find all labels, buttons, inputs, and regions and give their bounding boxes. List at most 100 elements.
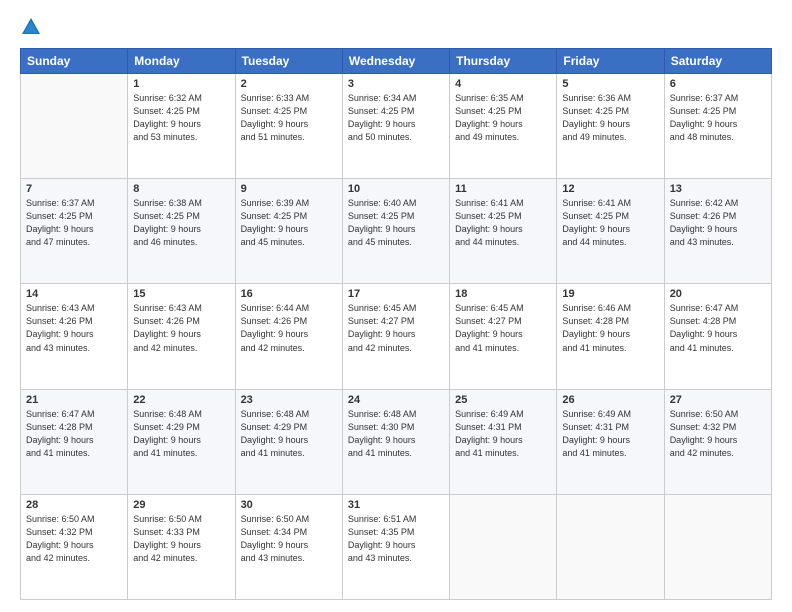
day-info: Sunrise: 6:50 AM Sunset: 4:33 PM Dayligh… — [133, 513, 229, 565]
logo — [20, 16, 46, 38]
day-info: Sunrise: 6:37 AM Sunset: 4:25 PM Dayligh… — [670, 92, 766, 144]
day-info: Sunrise: 6:45 AM Sunset: 4:27 PM Dayligh… — [455, 302, 551, 354]
day-number: 1 — [133, 78, 229, 90]
col-header-monday: Monday — [128, 49, 235, 74]
day-number: 29 — [133, 499, 229, 511]
calendar-cell: 9 Sunrise: 6:39 AM Sunset: 4:25 PM Daylig… — [235, 179, 342, 284]
col-header-wednesday: Wednesday — [342, 49, 449, 74]
col-header-thursday: Thursday — [450, 49, 557, 74]
calendar-cell: 23Sunrise: 6:48 AM Sunset: 4:29 PM Dayli… — [235, 389, 342, 494]
day-number: 3 — [348, 78, 444, 90]
calendar-cell: 19 Sunrise: 6:46 AM Sunset: 4:28 PM Dayli… — [557, 284, 664, 389]
day-info: Sunrise: 6:39 AM Sunset: 4:25 PM Dayligh… — [241, 197, 337, 249]
day-number: 17 — [348, 288, 444, 300]
day-number: 10 — [348, 183, 444, 195]
calendar-cell: 11 Sunrise: 6:41 AM Sunset: 4:25 PM Dayli… — [450, 179, 557, 284]
day-number: 4 — [455, 78, 551, 90]
day-info: Sunrise: 6:35 AM Sunset: 4:25 PM Dayligh… — [455, 92, 551, 144]
calendar-cell: 20Sunrise: 6:47 AM Sunset: 4:28 PM Dayli… — [664, 284, 771, 389]
col-header-friday: Friday — [557, 49, 664, 74]
day-number: 6 — [670, 78, 766, 90]
calendar-cell: 14Sunrise: 6:43 AM Sunset: 4:26 PM Dayli… — [21, 284, 128, 389]
day-info: Sunrise: 6:34 AM Sunset: 4:25 PM Dayligh… — [348, 92, 444, 144]
calendar-cell: 29 Sunrise: 6:50 AM Sunset: 4:33 PM Dayli… — [128, 494, 235, 599]
calendar-cell: 12 Sunrise: 6:41 AM Sunset: 4:25 PM Dayli… — [557, 179, 664, 284]
day-number: 16 — [241, 288, 337, 300]
week-row-2: 14 Sunrise: 6:43 AM Sunset: 4:26 PM Dayli… — [21, 284, 772, 389]
week-row-1: 7 Sunrise: 6:37 AM Sunset: 4:25 PM Daylig… — [21, 179, 772, 284]
day-info: Sunrise: 6:44 AM Sunset: 4:26 PM Dayligh… — [241, 302, 337, 354]
col-header-tuesday: Tuesday — [235, 49, 342, 74]
day-number: 19 — [562, 288, 658, 300]
day-info: Sunrise: 6:38 AM Sunset: 4:25 PM Dayligh… — [133, 197, 229, 249]
calendar-cell: 17 Sunrise: 6:45 AM Sunset: 4:27 PM Dayli… — [342, 284, 449, 389]
week-row-4: 28 Sunrise: 6:50 AM Sunset: 4:32 PM Dayli… — [21, 494, 772, 599]
day-number: 21 — [26, 394, 122, 406]
calendar-cell: 13 Sunrise: 6:42 AM Sunset: 4:26 PM Dayli… — [664, 179, 771, 284]
calendar-cell: 4 Sunrise: 6:35 AM Sunset: 4:25 PM Daylig… — [450, 74, 557, 179]
day-info: Sunrise: 6:36 AM Sunset: 4:25 PM Dayligh… — [562, 92, 658, 144]
page: SundayMondayTuesdayWednesdayThursdayFrid… — [0, 0, 792, 612]
day-info: Sunrise: 6:50 AM Sunset: 4:34 PM Dayligh… — [241, 513, 337, 565]
day-number: 30 — [241, 499, 337, 511]
calendar-cell: 2Sunrise: 6:33 AM Sunset: 4:25 PM Daylig… — [235, 74, 342, 179]
calendar-cell: 7 Sunrise: 6:37 AM Sunset: 4:25 PM Daylig… — [21, 179, 128, 284]
calendar-cell: 1 Sunrise: 6:32 AM Sunset: 4:25 PM Daylig… — [128, 74, 235, 179]
col-header-saturday: Saturday — [664, 49, 771, 74]
day-number: 28 — [26, 499, 122, 511]
day-number: 12 — [562, 183, 658, 195]
calendar-cell: 10Sunrise: 6:40 AM Sunset: 4:25 PM Dayli… — [342, 179, 449, 284]
day-number: 11 — [455, 183, 551, 195]
day-info: Sunrise: 6:49 AM Sunset: 4:31 PM Dayligh… — [562, 408, 658, 460]
calendar-cell: 21 Sunrise: 6:47 AM Sunset: 4:28 PM Dayli… — [21, 389, 128, 494]
day-number: 31 — [348, 499, 444, 511]
calendar-cell: 30 Sunrise: 6:50 AM Sunset: 4:34 PM Dayli… — [235, 494, 342, 599]
logo-icon — [20, 16, 42, 38]
day-number: 7 — [26, 183, 122, 195]
day-info: Sunrise: 6:42 AM Sunset: 4:26 PM Dayligh… — [670, 197, 766, 249]
col-header-sunday: Sunday — [21, 49, 128, 74]
day-info: Sunrise: 6:37 AM Sunset: 4:25 PM Dayligh… — [26, 197, 122, 249]
day-number: 13 — [670, 183, 766, 195]
day-number: 22 — [133, 394, 229, 406]
calendar-cell — [557, 494, 664, 599]
day-info: Sunrise: 6:32 AM Sunset: 4:25 PM Dayligh… — [133, 92, 229, 144]
day-info: Sunrise: 6:48 AM Sunset: 4:29 PM Dayligh… — [133, 408, 229, 460]
day-number: 18 — [455, 288, 551, 300]
calendar-cell: 8Sunrise: 6:38 AM Sunset: 4:25 PM Daylig… — [128, 179, 235, 284]
day-info: Sunrise: 6:48 AM Sunset: 4:29 PM Dayligh… — [241, 408, 337, 460]
day-info: Sunrise: 6:50 AM Sunset: 4:32 PM Dayligh… — [26, 513, 122, 565]
day-number: 9 — [241, 183, 337, 195]
day-number: 26 — [562, 394, 658, 406]
day-info: Sunrise: 6:45 AM Sunset: 4:27 PM Dayligh… — [348, 302, 444, 354]
day-info: Sunrise: 6:43 AM Sunset: 4:26 PM Dayligh… — [133, 302, 229, 354]
day-info: Sunrise: 6:49 AM Sunset: 4:31 PM Dayligh… — [455, 408, 551, 460]
day-info: Sunrise: 6:48 AM Sunset: 4:30 PM Dayligh… — [348, 408, 444, 460]
day-number: 24 — [348, 394, 444, 406]
day-info: Sunrise: 6:51 AM Sunset: 4:35 PM Dayligh… — [348, 513, 444, 565]
calendar-cell: 15 Sunrise: 6:43 AM Sunset: 4:26 PM Dayli… — [128, 284, 235, 389]
day-number: 27 — [670, 394, 766, 406]
calendar-cell — [664, 494, 771, 599]
header-row: SundayMondayTuesdayWednesdayThursdayFrid… — [21, 49, 772, 74]
day-info: Sunrise: 6:50 AM Sunset: 4:32 PM Dayligh… — [670, 408, 766, 460]
calendar-cell: 18 Sunrise: 6:45 AM Sunset: 4:27 PM Dayli… — [450, 284, 557, 389]
day-number: 15 — [133, 288, 229, 300]
day-number: 14 — [26, 288, 122, 300]
day-info: Sunrise: 6:47 AM Sunset: 4:28 PM Dayligh… — [26, 408, 122, 460]
calendar-cell: 24 Sunrise: 6:48 AM Sunset: 4:30 PM Dayli… — [342, 389, 449, 494]
week-row-3: 21 Sunrise: 6:47 AM Sunset: 4:28 PM Dayli… — [21, 389, 772, 494]
calendar-cell: 28 Sunrise: 6:50 AM Sunset: 4:32 PM Dayli… — [21, 494, 128, 599]
calendar-cell: 6 Sunrise: 6:37 AM Sunset: 4:25 PM Daylig… — [664, 74, 771, 179]
day-number: 20 — [670, 288, 766, 300]
calendar-cell: 5 Sunrise: 6:36 AM Sunset: 4:25 PM Daylig… — [557, 74, 664, 179]
calendar-cell: 25Sunrise: 6:49 AM Sunset: 4:31 PM Dayli… — [450, 389, 557, 494]
calendar-cell: 27 Sunrise: 6:50 AM Sunset: 4:32 PM Dayli… — [664, 389, 771, 494]
calendar-cell: 16 Sunrise: 6:44 AM Sunset: 4:26 PM Dayli… — [235, 284, 342, 389]
day-info: Sunrise: 6:46 AM Sunset: 4:28 PM Dayligh… — [562, 302, 658, 354]
day-number: 5 — [562, 78, 658, 90]
day-info: Sunrise: 6:41 AM Sunset: 4:25 PM Dayligh… — [562, 197, 658, 249]
week-row-0: 1 Sunrise: 6:32 AM Sunset: 4:25 PM Daylig… — [21, 74, 772, 179]
header — [20, 16, 772, 38]
day-info: Sunrise: 6:41 AM Sunset: 4:25 PM Dayligh… — [455, 197, 551, 249]
